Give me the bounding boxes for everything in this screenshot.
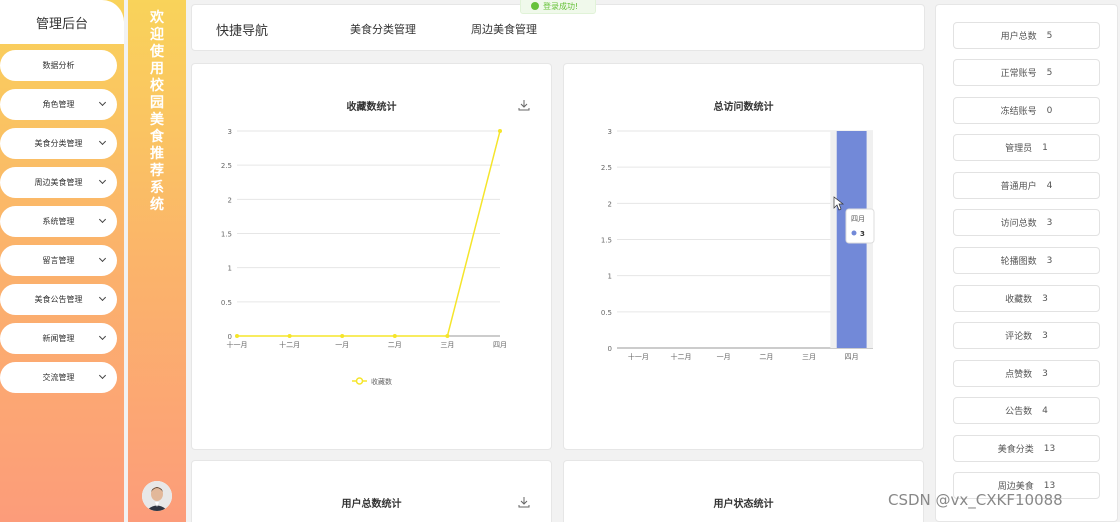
stat-likes: 点赞数 3 [953,360,1100,387]
data-point [287,334,292,338]
stat-carousel: 轮播图数 3 [953,247,1100,274]
sidebar-item-food-notice[interactable]: 美食公告管理 [0,284,117,315]
y-tick-label: 3 [228,128,232,136]
success-icon [531,2,539,10]
stat-food-categories: 美食分类 13 [953,435,1100,462]
sidebar-item-label: 周边美食管理 [34,178,83,187]
nav-link-nearby-food[interactable]: 周边美食管理 [471,21,537,37]
y-tick-label: 2 [608,200,612,208]
chevron-down-icon [98,254,107,263]
x-tick-label: 三月 [802,353,816,361]
stat-normal-accounts: 正常账号 5 [953,59,1100,86]
visits-bar-chart: 00.511.522.53十一月 十二月 一月 二月 三月 四月四月3 [601,128,875,361]
y-tick-label: 0.5 [221,299,232,307]
legend-marker [355,377,364,385]
chevron-down-icon [98,98,107,107]
quick-nav-title: 快捷导航 [216,24,269,39]
y-tick-label: 2.5 [601,164,612,172]
stat-user-total: 用户总数 5 [953,22,1100,49]
sidebar-item-news[interactable]: 新闻管理 [0,323,117,354]
stat-frozen-accounts: 冻结账号 0 [953,97,1100,124]
x-tick-label: 二月 [388,341,402,349]
x-tick-label: 三月 [440,341,454,349]
tooltip-value: 3 [860,230,865,238]
sidebar-item-exchange[interactable]: 交流管理 [0,362,117,393]
y-tick-label: 0.5 [601,309,612,317]
data-point [498,129,502,133]
user-status-chart-card: 用户状态统计 [563,460,924,522]
x-tick-label: 十二月 [279,340,300,349]
x-tick-label: 十一月 [628,352,649,361]
data-point [392,334,397,338]
chevron-down-icon [98,176,107,185]
sidebar-item-food-category[interactable]: 美食分类管理 [0,128,117,159]
y-tick-label: 1.5 [601,237,612,245]
sidebar-menu: 数据分析 角色管理 美食分类管理 周边美食管理 系统管理 留言管理 美食公告管理… [0,44,124,393]
x-tick-label: 一月 [335,341,349,349]
stat-admins: 管理员 1 [953,134,1100,161]
chevron-down-icon [98,293,107,302]
tooltip-marker [851,230,857,236]
x-tick-label: 十一月 [227,340,248,349]
favorites-line-chart: 0 0.5 1 1.5 2 2.5 3 十一月 十二月 一月 二月 三月 四月收藏数 [221,128,507,386]
y-tick-label: 2.5 [221,162,232,170]
y-tick-label: 0 [228,333,232,341]
data-point [235,334,239,338]
legend-label: 收藏数 [371,377,392,386]
visits-chart-card: 总访问数统计 0 0.5 1 1.5 2 2.5 3 十一月 十二月 一月 二月 三月 四月 四月 3 [563,63,924,450]
chevron-down-icon [98,371,107,380]
stat-notices: 公告数 4 [953,397,1100,424]
stat-comments: 评论数 3 [953,322,1100,349]
x-tick-label: 二月 [759,353,773,361]
y-tick-label: 1 [608,273,612,281]
nav-link-food-category[interactable]: 美食分类管理 [350,21,416,37]
data-point [445,334,450,338]
y-tick-label: 2 [228,196,232,204]
y-tick-label: 1.5 [221,231,232,239]
y-tick-label: 1 [228,265,232,273]
stat-visits: 访问总数 3 [953,209,1100,236]
user-status-chart-title: 用户状态统计 [713,499,774,510]
welcome-banner: 欢迎使用校园美食推荐系统 [128,0,186,522]
sidebar-item-roles[interactable]: 角色管理 [0,89,117,120]
stat-regular-users: 普通用户 4 [953,172,1100,199]
chevron-down-icon [98,137,107,146]
watermark: CSDN @vx_CXKF10088 [888,491,1063,509]
sidebar-item-label: 新闻管理 [42,334,75,343]
x-tick-label: 四月 [845,353,859,361]
welcome-title: 欢迎使用校园美食推荐系统 [150,10,164,213]
stats-panel: 用户总数 5 正常账号 5 冻结账号 0 管理员 1 普通用户 4 访问总数 3 轮播图数 3… [935,4,1118,522]
sidebar-item-label: 留言管理 [42,256,75,265]
sidebar-item-data-analysis[interactable]: 数据分析 [0,50,117,81]
sidebar-item-label: 美食公告管理 [34,295,83,304]
x-tick-label: 四月 [493,341,507,349]
sidebar: 管理后台 数据分析 角色管理 美食分类管理 周边美食管理 系统管理 留言管理 美… [0,0,124,522]
avatar[interactable] [142,481,172,511]
sidebar-item-nearby-food[interactable]: 周边美食管理 [0,167,117,198]
users-chart-card: 用户总数统计 [191,460,552,522]
y-tick-label: 3 [608,128,612,136]
sidebar-item-system[interactable]: 系统管理 [0,206,117,237]
brand-title: 管理后台 [0,0,124,44]
sidebar-item-label: 角色管理 [42,100,75,109]
users-chart-title: 用户总数统计 [341,499,402,510]
sidebar-item-label: 数据分析 [42,61,75,70]
sidebar-item-label: 交流管理 [42,373,75,382]
chevron-down-icon [98,215,107,224]
data-point [340,334,345,338]
chevron-down-icon [98,332,107,341]
sidebar-item-label: 美食分类管理 [34,139,83,148]
favorites-chart-card: 收藏数统计 0 0.5 1 1.5 2 2.5 3 十一月 十二月 一月 二月 三月 四月 收藏数 [191,63,552,450]
sidebar-item-label: 系统管理 [42,217,75,226]
x-tick-label: 一月 [717,353,731,361]
x-tick-label: 十二月 [671,352,692,361]
download-icon[interactable] [518,496,530,508]
stat-favorites: 收藏数 3 [953,285,1100,312]
toast-text: 登录成功! [543,1,579,11]
success-toast: 登录成功! [520,0,596,14]
sidebar-item-messages[interactable]: 留言管理 [0,245,117,276]
y-tick-label: 0 [608,345,612,353]
tooltip-category: 四月 [851,215,865,223]
